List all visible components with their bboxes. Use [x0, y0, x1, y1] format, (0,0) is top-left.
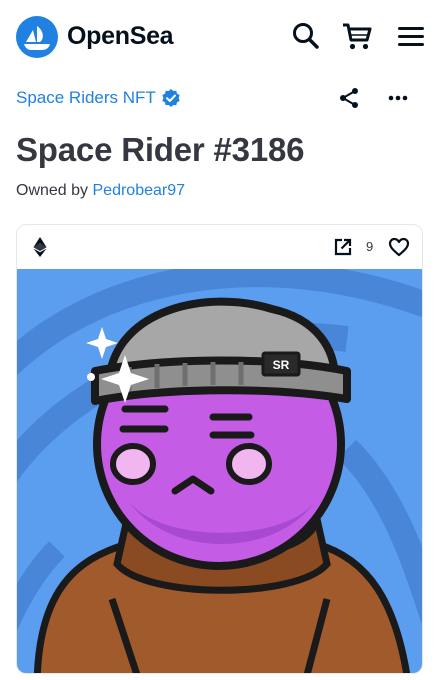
owner-link[interactable]: Pedrobear97 [93, 182, 186, 199]
favorite-count: 9 [366, 239, 374, 254]
nft-card: 9 SR [16, 224, 423, 674]
top-nav: OpenSea [0, 0, 439, 74]
open-external-icon[interactable] [333, 237, 353, 257]
collection-row: Space Riders NFT [16, 86, 423, 112]
space-rider-illustration: SR [17, 269, 422, 673]
brand-name[interactable]: OpenSea [67, 22, 174, 51]
verified-badge-icon [161, 88, 181, 108]
share-icon[interactable] [337, 86, 361, 110]
more-options-icon[interactable] [386, 86, 410, 110]
collection-link[interactable]: Space Riders NFT [16, 88, 156, 108]
menu-icon[interactable] [396, 20, 428, 52]
heart-icon[interactable] [388, 236, 410, 258]
owned-by-label: Owned by [16, 182, 89, 199]
ethereum-icon [33, 237, 47, 257]
owner-line: Owned by Pedrobear97 [16, 182, 185, 200]
card-header: 9 [17, 225, 422, 269]
hat-patch-label: SR [273, 358, 290, 372]
opensea-logo-icon[interactable] [16, 16, 58, 58]
item-title: Space Rider #3186 [16, 131, 305, 168]
cart-icon[interactable] [341, 20, 373, 52]
nft-artwork[interactable]: SR [17, 269, 422, 673]
search-icon[interactable] [290, 20, 322, 52]
